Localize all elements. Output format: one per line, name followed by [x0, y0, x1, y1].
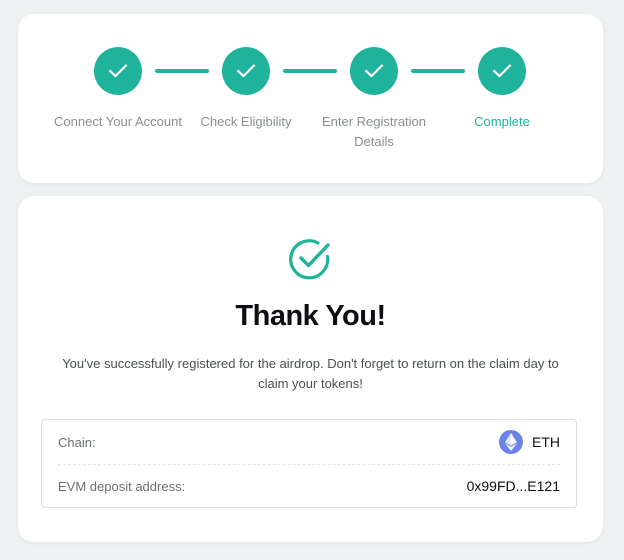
chain-value-group: ETH	[499, 430, 560, 454]
confirmation-card: Thank You! You've successfully registere…	[18, 196, 603, 542]
step-3-label: Enter Registration Details	[321, 114, 427, 149]
progress-stepper: Connect Your Account Check Eligibility E…	[18, 14, 603, 183]
address-row: EVM deposit address: 0x99FD...E121	[58, 464, 560, 508]
step-2-check-icon	[222, 47, 270, 95]
chain-label: Chain:	[58, 434, 96, 450]
ethereum-icon	[499, 430, 523, 454]
chain-value: ETH	[532, 434, 560, 450]
address-value: 0x99FD...E121	[466, 478, 560, 494]
step-1-label: Connect Your Account	[54, 114, 182, 129]
step-4-label: Complete	[474, 114, 530, 129]
step-4-check-icon	[478, 47, 526, 95]
step-3-check-icon	[350, 47, 398, 95]
step-connector	[283, 69, 337, 73]
registration-details: Chain: ETH EVM deposit address: 0x99FD..…	[41, 419, 577, 508]
chain-row: Chain: ETH	[58, 420, 560, 465]
step-2-label: Check Eligibility	[200, 114, 292, 129]
step-1-check-icon	[94, 47, 142, 95]
step-connector	[155, 69, 209, 73]
address-label: EVM deposit address:	[58, 478, 186, 494]
check-circle-icon	[287, 236, 333, 282]
confirmation-message: You've successfully registered for the a…	[62, 356, 559, 391]
step-connector	[411, 69, 465, 73]
page-title: Thank You!	[235, 300, 386, 332]
